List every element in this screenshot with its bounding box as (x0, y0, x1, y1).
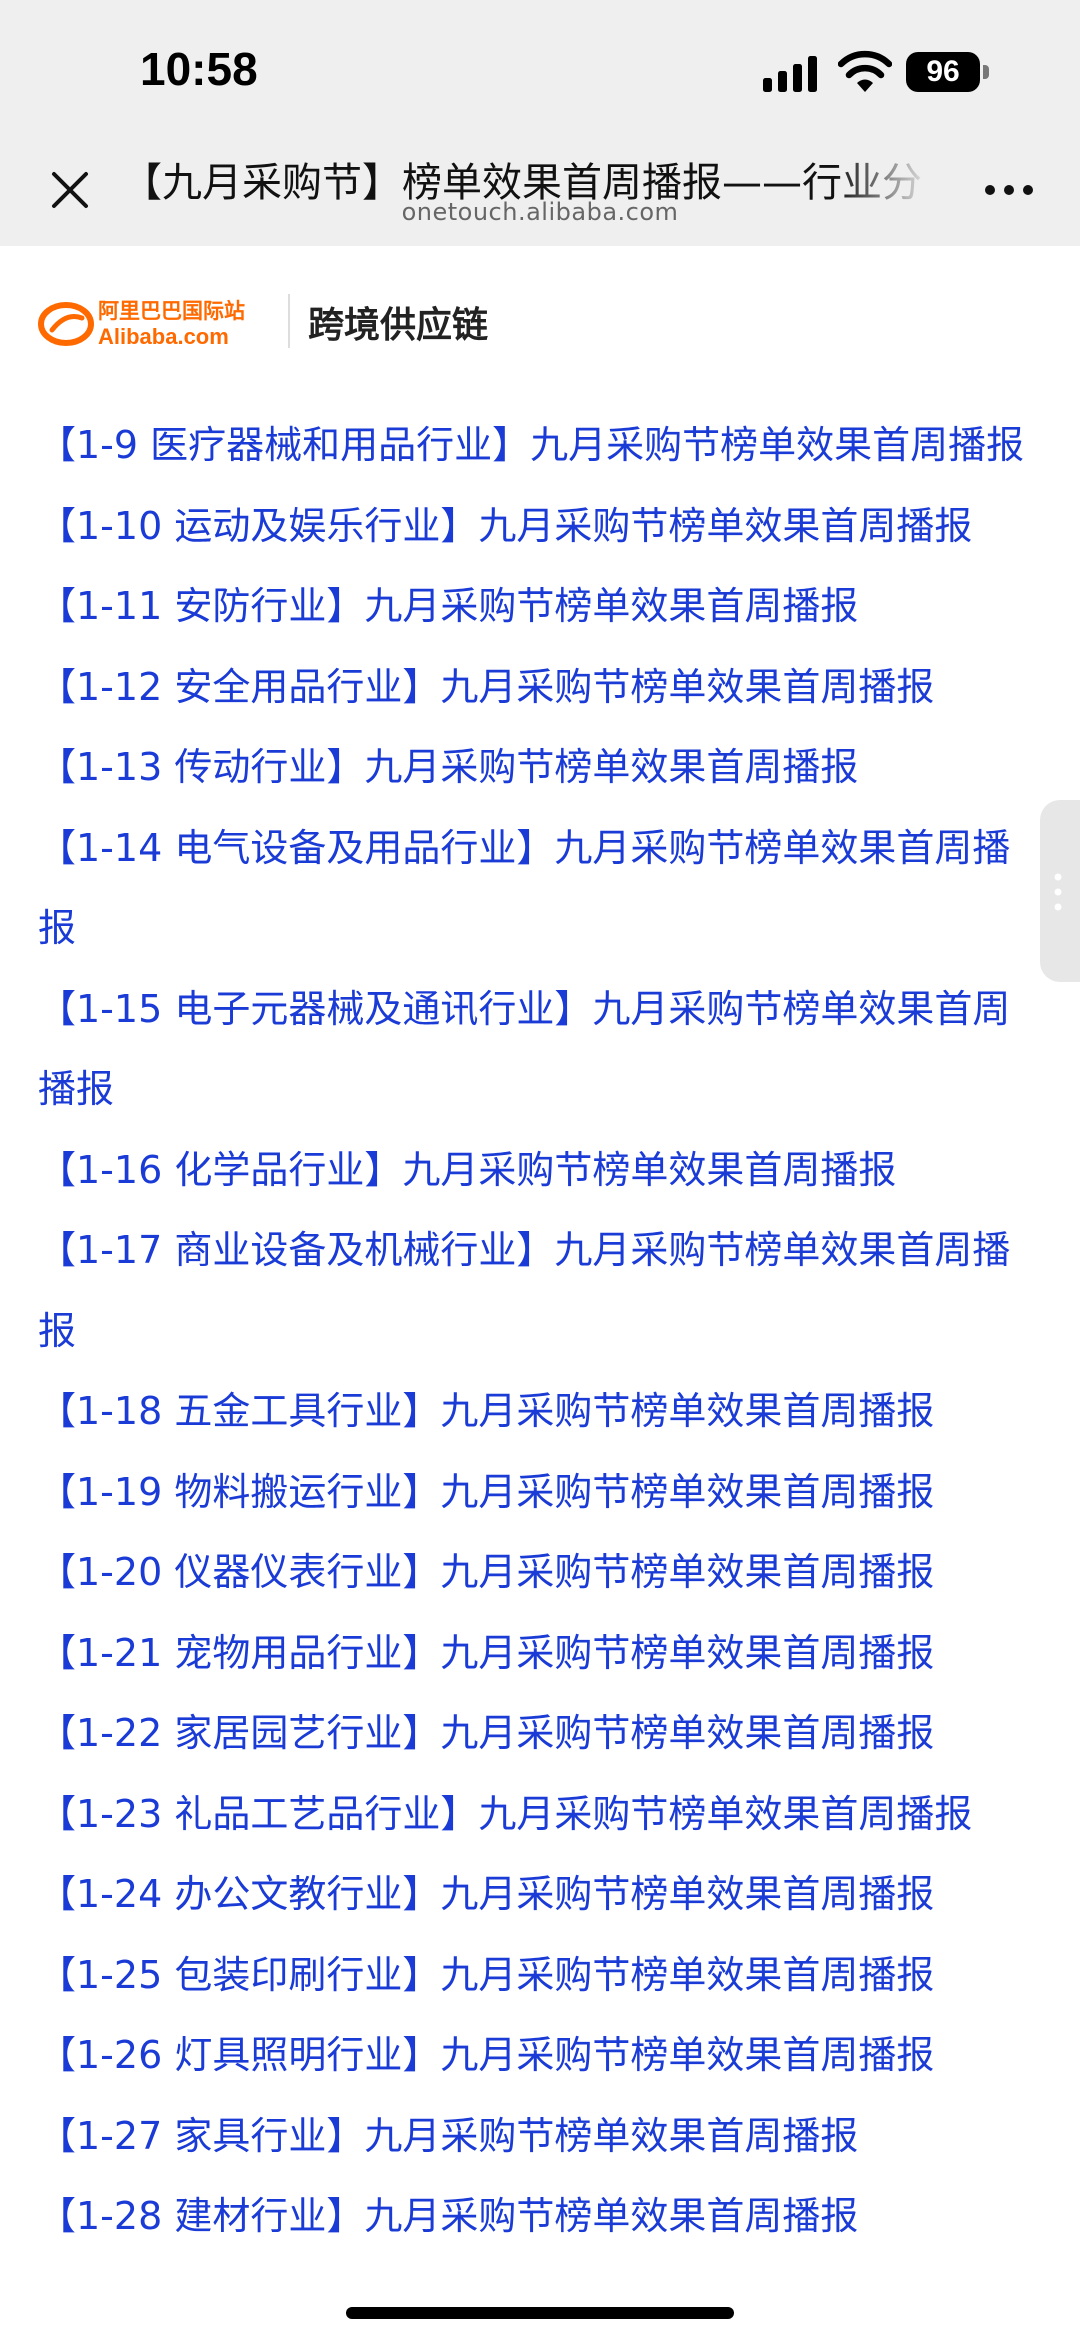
browser-header: 【九月采购节】榜单效果首周播报——行业分 onetouch.alibaba.co… (0, 130, 1080, 246)
article-link[interactable]: 【1-27 家具行业】九月采购节榜单效果首周播报 (38, 2096, 1038, 2177)
logo-text-en: Alibaba.com (98, 324, 229, 349)
list-item: 【1-24 办公文教行业】九月采购节榜单效果首周播报 (38, 1854, 1038, 1935)
article-link[interactable]: 【1-12 安全用品行业】九月采购节榜单效果首周播报 (38, 647, 1038, 728)
article-link[interactable]: 【1-23 礼品工艺品行业】九月采购节榜单效果首周播报 (38, 1774, 1038, 1855)
status-bar: 10:58 96 (0, 0, 1080, 130)
list-item: 【1-9 医疗器械和用品行业】九月采购节榜单效果首周播报 (38, 405, 1038, 486)
list-item: 【1-28 建材行业】九月采购节榜单效果首周播报 (38, 2176, 1038, 2257)
battery-level: 96 (906, 52, 980, 92)
screen: 10:58 96 【九月采购节】榜单效果首周播报——行业分 onetouch.a… (0, 0, 1080, 2341)
list-item: 【1-16 化学品行业】九月采购节榜单效果首周播报 (38, 1130, 1038, 1211)
article-link[interactable]: 【1-18 五金工具行业】九月采购节榜单效果首周播报 (38, 1371, 1038, 1452)
list-item: 【1-11 安防行业】九月采购节榜单效果首周播报 (38, 566, 1038, 647)
battery-cap (983, 65, 989, 79)
battery-icon: 96 (906, 52, 990, 92)
article-link[interactable]: 【1-19 物料搬运行业】九月采购节榜单效果首周播报 (38, 1452, 1038, 1533)
article-link[interactable]: 【1-14 电气设备及用品行业】九月采购节榜单效果首周播报 (38, 808, 1038, 969)
logo-text-cn: 阿里巴巴国际站 (98, 299, 245, 323)
article-link[interactable]: 【1-28 建材行业】九月采购节榜单效果首周播报 (38, 2176, 1038, 2257)
article-link[interactable]: 【1-13 传动行业】九月采购节榜单效果首周播报 (38, 727, 1038, 808)
list-item: 【1-22 家居园艺行业】九月采购节榜单效果首周播报 (38, 1693, 1038, 1774)
list-item: 【1-17 商业设备及机械行业】九月采购节榜单效果首周播报 (38, 1210, 1038, 1371)
article-link[interactable]: 【1-22 家居园艺行业】九月采购节榜单效果首周播报 (38, 1693, 1038, 1774)
status-time: 10:58 (140, 43, 258, 95)
article-link[interactable]: 【1-17 商业设备及机械行业】九月采购节榜单效果首周播报 (38, 1210, 1038, 1371)
list-item: 【1-18 五金工具行业】九月采购节榜单效果首周播报 (38, 1371, 1038, 1452)
brand-divider (288, 294, 290, 348)
home-indicator[interactable] (346, 2307, 734, 2319)
article-link[interactable]: 【1-10 运动及娱乐行业】九月采购节榜单效果首周播报 (38, 486, 1038, 567)
list-item: 【1-25 包装印刷行业】九月采购节榜单效果首周播报 (38, 1935, 1038, 2016)
article-link[interactable]: 【1-24 办公文教行业】九月采购节榜单效果首周播报 (38, 1854, 1038, 1935)
list-item: 【1-21 宠物用品行业】九月采购节榜单效果首周播报 (38, 1613, 1038, 1694)
brand-subtitle: 跨境供应链 (308, 305, 489, 346)
list-item: 【1-14 电气设备及用品行业】九月采购节榜单效果首周播报 (38, 808, 1038, 969)
article-link[interactable]: 【1-21 宠物用品行业】九月采购节榜单效果首周播报 (38, 1613, 1038, 1694)
article-link[interactable]: 【1-11 安防行业】九月采购节榜单效果首周播报 (38, 566, 1038, 647)
article-link[interactable]: 【1-9 医疗器械和用品行业】九月采购节榜单效果首周播报 (38, 405, 1038, 486)
list-item: 【1-23 礼品工艺品行业】九月采购节榜单效果首周播报 (38, 1774, 1038, 1855)
list-item: 【1-15 电子元器械及通讯行业】九月采购节榜单效果首周播报 (38, 969, 1038, 1130)
article-link[interactable]: 【1-15 电子元器械及通讯行业】九月采购节榜单效果首周播报 (38, 969, 1038, 1130)
alibaba-logo[interactable]: 阿里巴巴国际站 Alibaba.com (38, 294, 278, 350)
list-item: 【1-19 物料搬运行业】九月采购节榜单效果首周播报 (38, 1452, 1038, 1533)
list-item: 【1-12 安全用品行业】九月采购节榜单效果首周播报 (38, 647, 1038, 728)
list-item: 【1-27 家具行业】九月采购节榜单效果首周播报 (38, 2096, 1038, 2177)
article-list: 【1-9 医疗器械和用品行业】九月采购节榜单效果首周播报 【1-10 运动及娱乐行… (38, 405, 1038, 2257)
wifi-icon (838, 50, 892, 92)
site-header: 阿里巴巴国际站 Alibaba.com 跨境供应链 (0, 246, 1080, 396)
list-item: 【1-20 仪器仪表行业】九月采购节榜单效果首周播报 (38, 1532, 1038, 1613)
article-link[interactable]: 【1-25 包装印刷行业】九月采购节榜单效果首周播报 (38, 1935, 1038, 2016)
vertical-dots-icon (1054, 873, 1062, 911)
list-item: 【1-13 传动行业】九月采购节榜单效果首周播报 (38, 727, 1038, 808)
article-link[interactable]: 【1-26 灯具照明行业】九月采购节榜单效果首周播报 (38, 2015, 1038, 2096)
article-link[interactable]: 【1-20 仪器仪表行业】九月采购节榜单效果首周播报 (38, 1532, 1038, 1613)
side-drawer-handle[interactable] (1040, 800, 1080, 982)
list-item: 【1-10 运动及娱乐行业】九月采购节榜单效果首周播报 (38, 486, 1038, 567)
more-icon[interactable] (984, 182, 1034, 198)
list-item: 【1-26 灯具照明行业】九月采购节榜单效果首周播报 (38, 2015, 1038, 2096)
page-url: onetouch.alibaba.com (401, 198, 679, 226)
article-link[interactable]: 【1-16 化学品行业】九月采购节榜单效果首周播报 (38, 1130, 1038, 1211)
cellular-signal-icon (763, 56, 817, 92)
